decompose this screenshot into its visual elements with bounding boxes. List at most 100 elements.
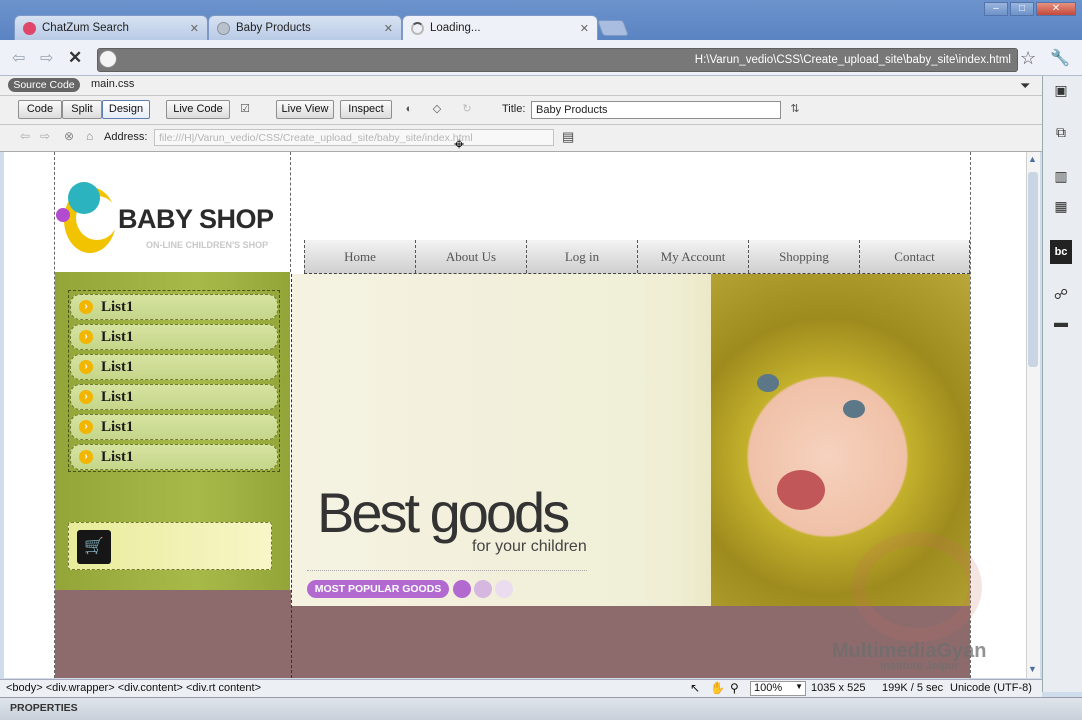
- hand-tool-icon[interactable]: ✋: [710, 681, 725, 695]
- cart-box[interactable]: 🛒: [68, 522, 272, 570]
- browser-forward-icon[interactable]: ⇨: [40, 129, 50, 143]
- ap-elements-icon[interactable]: ▥: [1047, 164, 1075, 188]
- chatzum-favicon-icon: [23, 21, 36, 35]
- download-size: 199K / 5 sec: [882, 682, 944, 694]
- banner-divider: [307, 570, 587, 571]
- list-item[interactable]: › List1: [70, 444, 278, 470]
- most-popular-button[interactable]: MOST POPULAR GOODS: [307, 580, 449, 598]
- banner-title: Best goods: [317, 481, 570, 544]
- filter-icon[interactable]: ⏷: [1020, 78, 1030, 94]
- browser-options-icon[interactable]: ▤: [562, 129, 574, 145]
- inspect-button[interactable]: Inspect: [340, 100, 392, 119]
- logo-tagline: ON-LINE CHILDREN'S SHOP: [146, 240, 269, 250]
- arrow-bullet-icon: ›: [79, 330, 93, 344]
- refresh-icon[interactable]: ↻: [458, 100, 476, 118]
- omnibox[interactable]: H:\Varun_vedio\CSS\Create_upload_site\ba…: [97, 48, 1018, 72]
- menu-contact[interactable]: Contact: [859, 240, 970, 273]
- home-icon[interactable]: ⌂: [86, 129, 93, 143]
- window-size[interactable]: 1035 x 525: [811, 682, 865, 694]
- banner-subtitle: for your children: [472, 538, 587, 555]
- new-tab-button[interactable]: [597, 20, 629, 36]
- check-page-icon[interactable]: ☑: [236, 100, 254, 118]
- files-tree-icon[interactable]: ☍: [1047, 282, 1075, 306]
- menu-home[interactable]: Home: [304, 240, 415, 273]
- file-management-icon[interactable]: ⇅: [786, 100, 804, 118]
- stop-icon[interactable]: ⊗: [64, 129, 74, 143]
- split-view-button[interactable]: Split: [62, 100, 102, 119]
- forward-arrow-icon[interactable]: ⇨: [40, 48, 53, 68]
- close-window-button[interactable]: ✕: [1036, 2, 1076, 16]
- list-item[interactable]: › List1: [70, 354, 278, 380]
- arrow-bullet-icon: ›: [79, 450, 93, 464]
- header-guide: [290, 152, 291, 272]
- list-item[interactable]: › List1: [70, 324, 278, 350]
- title-label: Title:: [502, 103, 526, 115]
- scroll-up-arrow-icon[interactable]: ▲: [1028, 154, 1037, 164]
- scrollbar-thumb[interactable]: [1028, 172, 1038, 367]
- slider-dot[interactable]: [495, 580, 513, 598]
- baby-eye-right: [843, 400, 865, 418]
- title-input[interactable]: Baby Products: [531, 101, 781, 119]
- databases-icon[interactable]: ▦: [1047, 194, 1075, 218]
- css-styles-icon[interactable]: ⧉: [1047, 120, 1075, 144]
- pointer-tool-icon[interactable]: ↖: [690, 681, 700, 695]
- zoom-value: 100%: [754, 682, 783, 694]
- list-item[interactable]: › List1: [70, 414, 278, 440]
- toolbar-divider: [0, 95, 1042, 96]
- menu-shopping[interactable]: Shopping: [748, 240, 859, 273]
- loading-spinner-icon: [411, 21, 424, 35]
- address-input[interactable]: file:///H|/Varun_vedio/CSS/Create_upload…: [154, 129, 554, 146]
- business-catalyst-icon[interactable]: bc: [1050, 240, 1072, 264]
- shopping-cart-icon[interactable]: 🛒: [77, 530, 111, 564]
- tab-loading[interactable]: Loading... ✕: [402, 15, 598, 40]
- scroll-down-arrow-icon[interactable]: ▼: [1028, 664, 1037, 674]
- live-view-button[interactable]: Live View: [276, 100, 334, 119]
- slider-dot-active[interactable]: [453, 580, 471, 598]
- logo-area: BABY SHOP ON-LINE CHILDREN'S SHOP: [56, 152, 290, 272]
- arrow-bullet-icon: ›: [79, 420, 93, 434]
- preview-globe-icon[interactable]: ◐: [400, 100, 418, 118]
- minimize-button[interactable]: ‒: [984, 2, 1008, 16]
- related-file-main-css[interactable]: main.css: [91, 78, 134, 90]
- logo-teal-dot: [68, 182, 100, 214]
- zoom-select[interactable]: 100% ▼: [750, 681, 806, 696]
- list-item[interactable]: › List1: [70, 384, 278, 410]
- back-arrow-icon[interactable]: ⇦: [12, 48, 25, 68]
- tag-selector[interactable]: <body> <div.wrapper> <div.content> <div.…: [6, 682, 261, 694]
- arrow-bullet-icon: ›: [79, 390, 93, 404]
- watermark-logo: [852, 532, 982, 642]
- close-icon[interactable]: ✕: [190, 22, 199, 35]
- design-view-button[interactable]: Design: [102, 100, 150, 119]
- zoom-tool-icon[interactable]: ⚲: [730, 681, 739, 695]
- menu-log-in[interactable]: Log in: [526, 240, 637, 273]
- left-bottom-panel: [55, 590, 291, 678]
- bookmark-star-icon[interactable]: ☆: [1020, 48, 1036, 69]
- source-code-tab[interactable]: Source Code: [8, 78, 80, 92]
- code-view-button[interactable]: Code: [18, 100, 62, 119]
- chevron-down-icon: ▼: [795, 682, 803, 691]
- wrench-icon[interactable]: 🔧: [1050, 48, 1070, 68]
- page-info-icon[interactable]: [99, 50, 117, 68]
- visual-aids-icon[interactable]: ◇: [428, 100, 446, 118]
- close-icon[interactable]: ✕: [384, 22, 393, 35]
- assets-icon[interactable]: ▬: [1047, 310, 1075, 334]
- maximize-button[interactable]: □: [1010, 2, 1034, 16]
- menu-my-account[interactable]: My Account: [637, 240, 748, 273]
- browser-back-icon[interactable]: ⇦: [20, 129, 30, 143]
- list-item[interactable]: › List1: [70, 294, 278, 320]
- toolbar-divider: [0, 124, 1042, 125]
- stop-icon[interactable]: ✕: [68, 48, 82, 68]
- arrow-bullet-icon: ›: [79, 300, 93, 314]
- menu-about-us[interactable]: About Us: [415, 240, 526, 273]
- properties-panel-header[interactable]: PROPERTIES: [0, 697, 1082, 720]
- page-favicon-icon: [217, 21, 230, 35]
- content-guide: [291, 274, 292, 678]
- live-code-button[interactable]: Live Code: [166, 100, 230, 119]
- close-icon[interactable]: ✕: [580, 22, 589, 35]
- properties-label: PROPERTIES: [10, 702, 78, 714]
- insert-panel-icon[interactable]: ▣: [1047, 78, 1075, 102]
- slider-dot[interactable]: [474, 580, 492, 598]
- tab-baby-products[interactable]: Baby Products ✕: [208, 15, 402, 40]
- status-bar: <body> <div.wrapper> <div.content> <div.…: [0, 679, 1042, 697]
- tab-chatzum[interactable]: ChatZum Search ✕: [14, 15, 208, 40]
